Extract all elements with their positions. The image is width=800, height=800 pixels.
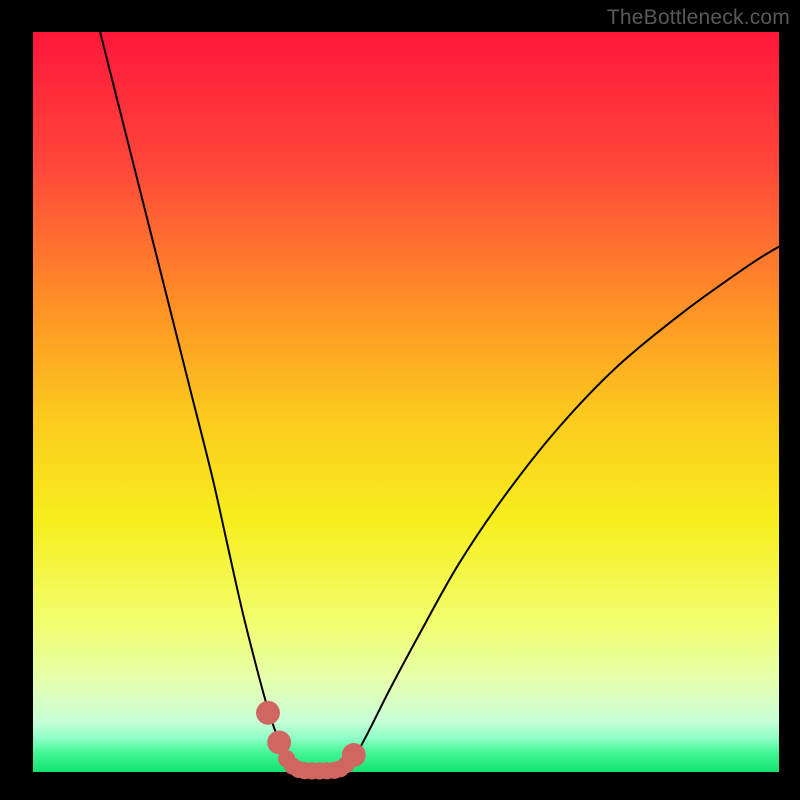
sweet-spot-dot — [256, 701, 280, 725]
sweet-spot-dot — [342, 743, 366, 767]
plot-area — [33, 32, 779, 772]
chart-container: TheBottleneck.com — [0, 0, 800, 800]
chart-svg — [0, 0, 800, 800]
watermark-text: TheBottleneck.com — [607, 6, 790, 30]
